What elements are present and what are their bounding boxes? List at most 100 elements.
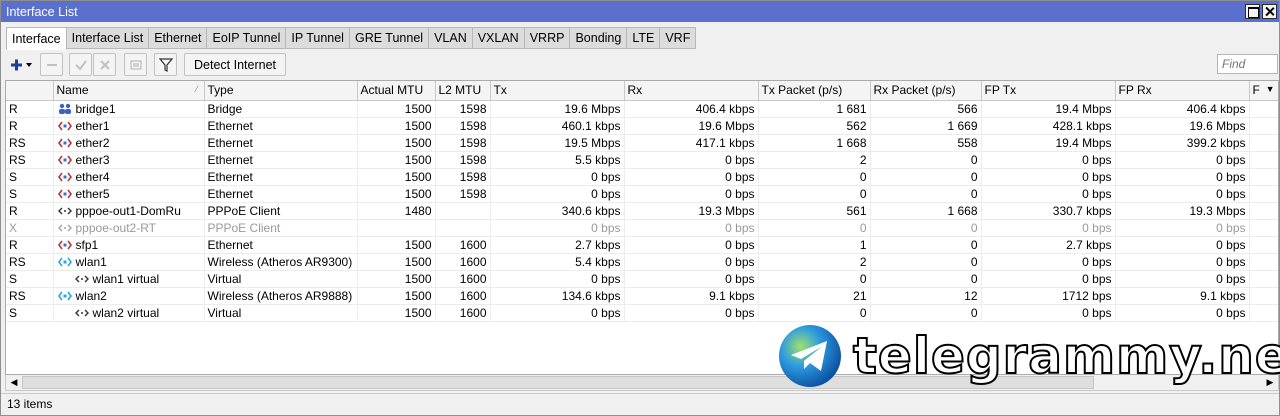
tab-interface[interactable]: Interface: [6, 27, 67, 50]
flags-cell: R: [6, 117, 54, 135]
fprx-cell: 0 bps: [1115, 236, 1250, 254]
type-cell: Ethernet: [204, 185, 358, 203]
column-header-type[interactable]: Type: [204, 81, 358, 101]
rx-cell: 0 bps: [624, 185, 759, 203]
tab-ethernet[interactable]: Ethernet: [149, 27, 208, 49]
fptx-cell: 0 bps: [981, 270, 1116, 288]
name-cell: ether5: [53, 185, 205, 203]
txp-cell: 562: [758, 117, 871, 135]
tab-bonding[interactable]: Bonding: [570, 27, 628, 49]
column-header-actual-mtu[interactable]: Actual MTU: [357, 81, 436, 101]
column-header-l2-mtu[interactable]: L2 MTU: [435, 81, 491, 101]
filter-button[interactable]: [154, 53, 177, 76]
table-row[interactable]: Rbridge1 Bridge 1500 1598 19.6 Mbps 406.4 kbp…: [6, 100, 1278, 118]
interface-name: sfp1: [75, 237, 99, 252]
txp-cell: 2: [758, 151, 871, 169]
tab-eoip-tunnel[interactable]: EoIP Tunnel: [207, 27, 287, 49]
flags-cell: X: [6, 219, 54, 237]
name-cell: wlan1: [53, 253, 205, 271]
rxp-cell: 12: [870, 287, 982, 305]
ethernet-icon: [57, 239, 73, 251]
rxp-cell: 0: [870, 219, 982, 237]
table-row[interactable]: Rsfp1 Ethernet 1500 1600 2.7 kbps 0 bps 1 0 2.7 …: [6, 236, 1278, 254]
overflow-cell: [1249, 253, 1278, 271]
l2mtu-cell: 1598: [435, 151, 491, 169]
tab-gre-tunnel[interactable]: GRE Tunnel: [349, 27, 430, 49]
tunnel-icon: [74, 273, 90, 285]
interface-name: pppoe-out2-RT: [75, 220, 157, 235]
tab-lte[interactable]: LTE: [627, 27, 661, 49]
toolbar: Detect Internet: [6, 53, 1278, 77]
fprx-cell: 0 bps: [1115, 253, 1250, 271]
table-row[interactable]: RS ether2 Ethernet 1500 1598 19.5 Mbps 417.1 k…: [6, 134, 1278, 152]
name-cell: ether4: [53, 168, 205, 186]
tab-vlan[interactable]: VLAN: [429, 27, 473, 49]
column-header-name[interactable]: Name ⁄: [53, 81, 205, 101]
l2mtu-cell: 1600: [435, 236, 491, 254]
fptx-cell: 1712 bps: [981, 287, 1116, 305]
table-row[interactable]: Sether4 Ethernet 1500 1598 0 bps 0 bps 0 0 0 bps…: [6, 168, 1278, 186]
ethernet-icon: [57, 137, 73, 149]
column-header-tx[interactable]: Tx: [490, 81, 625, 101]
rxp-cell: 0: [870, 304, 982, 322]
close-button[interactable]: [1262, 4, 1277, 19]
overflow-cell: [1249, 100, 1278, 118]
type-cell: Ethernet: [204, 151, 358, 169]
mtu-cell: 1500: [357, 168, 436, 186]
title-bar: Interface List: [1, 1, 1279, 22]
disable-button[interactable]: [93, 53, 116, 76]
table-row[interactable]: Swlan2 virtual Virtual 1500 1600 0 bps 0 bps 0…: [6, 304, 1278, 322]
interface-name: bridge1: [75, 101, 116, 116]
comment-button[interactable]: [124, 53, 147, 76]
table-row[interactable]: Rpppoe-out1-DomRu PPPoE Client 1480 340.6 k…: [6, 202, 1278, 220]
txp-cell: 1 668: [758, 134, 871, 152]
column-menu-icon[interactable]: ▼: [1266, 84, 1275, 94]
scroll-left-icon[interactable]: ◀: [7, 376, 21, 389]
flags-cell: RS: [6, 287, 54, 305]
table-row[interactable]: RS wlan2 Wireless (Atheros AR9888) 1500 1600…: [6, 287, 1278, 305]
table-row[interactable]: Swlan1 virtual Virtual 1500 1600 0 bps 0 bps 0…: [6, 270, 1278, 288]
column-header-rx[interactable]: Rx: [624, 81, 759, 101]
find-input[interactable]: [1217, 54, 1278, 74]
column-header-rx-packet-p-s[interactable]: Rx Packet (p/s): [870, 81, 982, 101]
table-row[interactable]: RS ether3 Ethernet 1500 1598 5.5 kbps 0 bps 2 0 0…: [6, 151, 1278, 169]
rx-cell: 0 bps: [624, 151, 759, 169]
txp-cell: 0: [758, 185, 871, 203]
table-row[interactable]: Sether5 Ethernet 1500 1598 0 bps 0 bps 0 0 0 bps…: [6, 185, 1278, 203]
type-cell: PPPoE Client: [204, 219, 358, 237]
remove-button[interactable]: [40, 53, 63, 76]
overflow-cell: [1249, 270, 1278, 288]
column-header-flags[interactable]: [6, 81, 54, 101]
detect-internet-button[interactable]: Detect Internet: [184, 53, 286, 76]
telegram-logo: [779, 325, 841, 387]
enable-button[interactable]: [69, 53, 92, 76]
column-header-fp-tx[interactable]: FP Tx: [981, 81, 1116, 101]
maximize-button[interactable]: [1245, 4, 1260, 19]
column-header-tx-packet-p-s[interactable]: Tx Packet (p/s): [758, 81, 871, 101]
tx-cell: 340.6 kbps: [490, 202, 625, 220]
txp-cell: 0: [758, 304, 871, 322]
table-row[interactable]: Xpppoe-out2-RT PPPoE Client 0 bps 0 bps 0 0 0 …: [6, 219, 1278, 237]
tab-interface-list[interactable]: Interface List: [66, 27, 150, 49]
rx-cell: 417.1 kbps: [624, 134, 759, 152]
l2mtu-cell: 1598: [435, 100, 491, 118]
fptx-cell: 19.4 Mbps: [981, 134, 1116, 152]
add-button[interactable]: [6, 53, 37, 76]
l2mtu-cell: 1600: [435, 253, 491, 271]
column-header-fp-rx[interactable]: FP Rx: [1115, 81, 1250, 101]
name-cell: bridge1: [53, 100, 205, 118]
table-row[interactable]: RS wlan1 Wireless (Atheros AR9300) 1500 1600…: [6, 253, 1278, 271]
tab-vxlan[interactable]: VXLAN: [472, 27, 525, 49]
tab-ip-tunnel[interactable]: IP Tunnel: [286, 27, 350, 49]
mtu-cell: 1500: [357, 185, 436, 203]
tunnel-icon: [57, 205, 73, 217]
tab-vrrp[interactable]: VRRP: [524, 27, 571, 49]
tab-vrf[interactable]: VRF: [660, 27, 697, 49]
rx-cell: 0 bps: [624, 304, 759, 322]
column-header-f[interactable]: F ▼: [1249, 81, 1278, 101]
tab-bar: Interface Interface List Ethernet EoIP Tunn…: [6, 27, 697, 50]
table-row[interactable]: Rether1 Ethernet 1500 1598 460.1 kbps 19.6 Mb…: [6, 117, 1278, 135]
ethernet-icon: [57, 171, 73, 183]
rxp-cell: 0: [870, 236, 982, 254]
tx-cell: 134.6 kbps: [490, 287, 625, 305]
